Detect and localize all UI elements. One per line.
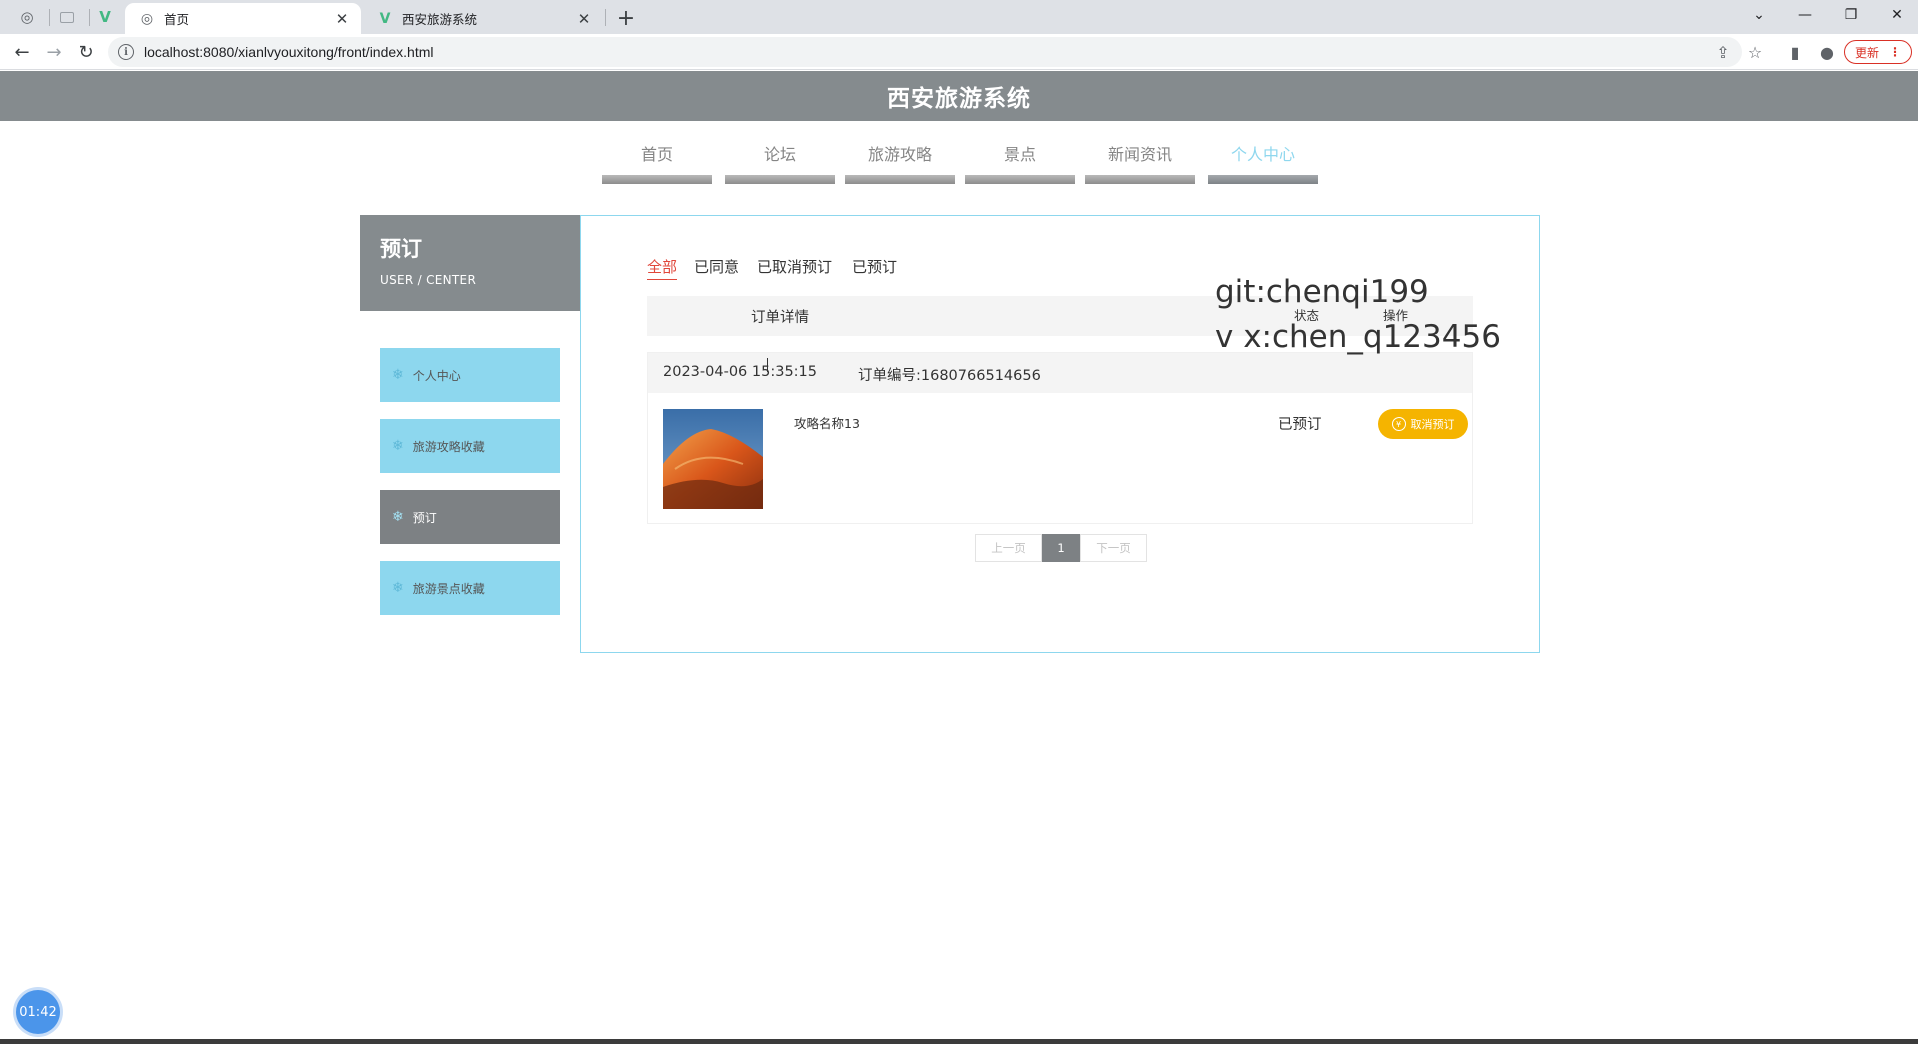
address-bar[interactable]: i localhost:8080/xianlvyouxitong/front/i… <box>108 37 1742 67</box>
forward-button[interactable]: → <box>40 38 68 66</box>
page-number-button[interactable]: 1 <box>1042 534 1080 562</box>
globe-icon: ◎ <box>20 8 34 26</box>
update-label: 更新 <box>1854 45 1879 60</box>
cancel-booking-label: 取消预订 <box>1410 418 1455 431</box>
nav-underline <box>845 175 955 184</box>
back-button[interactable]: ← <box>8 38 36 66</box>
pagination: 上一页 1 下一页 <box>975 534 1147 562</box>
nav-label: 首页 <box>640 145 673 164</box>
sidebar-item-label: 旅游景点收藏 <box>412 581 485 596</box>
tab-search-icon[interactable]: ⌄ <box>1736 0 1782 30</box>
vue-logo-icon: V <box>99 8 111 26</box>
nav-news[interactable]: 新闻资讯 <box>1085 142 1195 184</box>
nav-underline <box>965 175 1075 184</box>
yen-coin-icon: ¥ <box>1391 417 1406 431</box>
watermark-overlay: git:chenqi199 v x:chen_q123456 <box>1215 270 1501 360</box>
tab-title: 首页 <box>164 12 190 27</box>
share-icon[interactable]: ⇪ <box>1711 40 1735 64</box>
filter-cancelled[interactable]: 已取消预订 <box>757 256 832 277</box>
url-text: localhost:8080/xianlvyouxitong/front/ind… <box>144 44 434 60</box>
snowflake-icon: ❄ <box>392 580 404 596</box>
taskbar-edge <box>0 1039 1918 1044</box>
snowflake-icon: ❄ <box>392 438 404 454</box>
order-number: 订单编号:1680766514656 <box>858 368 1041 384</box>
sidebar-item-label: 个人中心 <box>412 368 461 383</box>
new-tab-button[interactable]: + <box>612 5 640 31</box>
order-status: 已预订 <box>1278 417 1322 433</box>
filter-booked[interactable]: 已预订 <box>852 256 897 277</box>
side-panel-icon[interactable]: ▮ <box>1783 40 1807 64</box>
globe-icon: ◎ <box>140 10 154 27</box>
nav-underline <box>1208 175 1318 184</box>
close-window-button[interactable]: ✕ <box>1874 0 1918 30</box>
nav-label: 景点 <box>1003 145 1036 164</box>
sidebar-item-label: 旅游攻略收藏 <box>412 439 485 454</box>
nav-label: 论坛 <box>763 145 796 164</box>
order-card: 2023-04-06 15:35:15 订单编号:1680766514656 攻… <box>647 352 1473 524</box>
sidebar-title: 预订 <box>380 237 422 261</box>
pinned-tab-vue[interactable]: V <box>88 4 122 30</box>
pinned-tab-blank[interactable] <box>50 4 84 30</box>
column-detail: 订单详情 <box>751 310 809 326</box>
filter-all[interactable]: 全部 <box>647 256 678 280</box>
nav-attractions[interactable]: 景点 <box>965 142 1075 184</box>
vue-logo-icon: V <box>379 10 391 27</box>
nav-home[interactable]: 首页 <box>602 142 712 184</box>
tab-home[interactable]: ◎ 首页 ✕ <box>125 3 361 34</box>
nav-underline <box>1085 175 1195 184</box>
nav-forum[interactable]: 论坛 <box>725 142 835 184</box>
sidebar-subtitle: USER / CENTER <box>380 273 477 287</box>
sidebar-item-attraction-favorites[interactable]: ❄ 旅游景点收藏 <box>380 561 560 615</box>
next-page-button[interactable]: 下一页 <box>1080 534 1147 562</box>
recording-timer[interactable]: 01:42 <box>16 990 60 1034</box>
site-title: 西安旅游系统 <box>887 86 1031 112</box>
watermark-line-1: git:chenqi199 <box>1215 274 1429 310</box>
sidebar-item-booking[interactable]: ❄ 预订 <box>380 490 560 544</box>
blank-page-icon <box>60 11 74 23</box>
profile-avatar-icon[interactable]: ● <box>1815 40 1839 64</box>
sidebar-item-label: 预订 <box>412 510 437 525</box>
pinned-tab-globe[interactable]: ◎ <box>10 4 44 30</box>
snowflake-icon: ❄ <box>392 509 404 525</box>
main-nav: 首页 论坛 旅游攻略 景点 新闻资讯 个人中心 <box>0 142 1918 186</box>
filter-approved[interactable]: 已同意 <box>694 256 739 277</box>
order-date: 2023-04-06 15:35:15 <box>663 364 817 380</box>
nav-label: 新闻资讯 <box>1107 145 1172 164</box>
nav-travel-guides[interactable]: 旅游攻略 <box>845 142 955 184</box>
nav-underline <box>725 175 835 184</box>
site-info-icon[interactable]: i <box>118 44 134 60</box>
menu-dots-icon: ⋮ <box>1889 45 1901 59</box>
nav-user-center[interactable]: 个人中心 <box>1208 142 1318 184</box>
cancel-booking-button[interactable]: ¥ 取消预订 <box>1378 409 1468 439</box>
minimize-button[interactable]: — <box>1782 0 1828 30</box>
browser-toolbar: ← → ↻ i localhost:8080/xianlvyouxitong/f… <box>0 34 1918 70</box>
sidebar-header: 预订 USER / CENTER <box>360 215 580 311</box>
close-tab-icon[interactable]: ✕ <box>575 10 593 28</box>
watermark-line-2: v x:chen_q123456 <box>1215 319 1501 355</box>
order-thumbnail[interactable] <box>663 409 763 509</box>
snowflake-icon: ❄ <box>392 367 404 383</box>
close-tab-icon[interactable]: ✕ <box>333 10 351 28</box>
tab-xian-travel[interactable]: V 西安旅游系统 ✕ <box>363 3 603 34</box>
tab-title: 西安旅游系统 <box>402 12 478 27</box>
site-header: 西安旅游系统 <box>0 71 1918 121</box>
bookmark-star-icon[interactable]: ☆ <box>1743 40 1767 64</box>
nav-label: 个人中心 <box>1230 145 1295 164</box>
nav-underline <box>602 175 712 184</box>
update-button[interactable]: 更新 ⋮ <box>1844 40 1912 64</box>
sidebar-item-guide-favorites[interactable]: ❄ 旅游攻略收藏 <box>380 419 560 473</box>
desert-rock-image <box>663 409 763 509</box>
nav-label: 旅游攻略 <box>867 145 932 164</box>
text-cursor <box>767 358 773 372</box>
reload-button[interactable]: ↻ <box>72 38 100 66</box>
prev-page-button[interactable]: 上一页 <box>975 534 1042 562</box>
restore-button[interactable]: ❐ <box>1828 0 1874 30</box>
tab-divider <box>605 9 606 26</box>
browser-tab-bar: ◎ V ◎ 首页 ✕ V 西安旅游系统 ✕ + ⌄ — ❐ ✕ <box>0 0 1918 34</box>
sidebar-item-user-center[interactable]: ❄ 个人中心 <box>380 348 560 402</box>
order-item-name[interactable]: 攻略名称13 <box>794 413 860 432</box>
